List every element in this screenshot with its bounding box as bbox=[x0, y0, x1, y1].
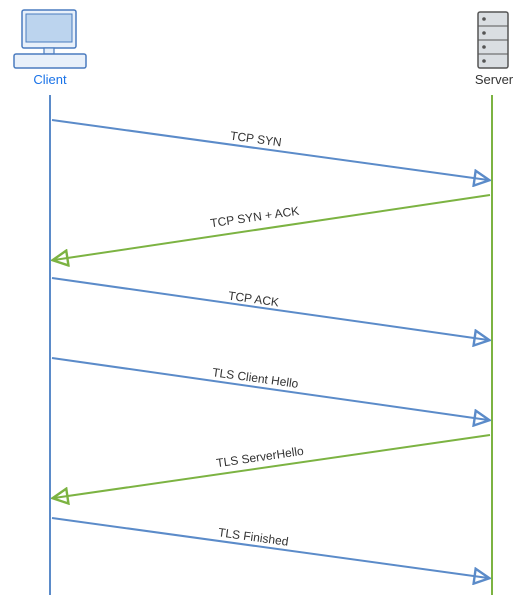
arrow-tcp-syn-ack bbox=[54, 195, 490, 260]
arrow-tls-finished bbox=[52, 518, 488, 578]
sequence-diagram: Client Server TCP SYN TCP SYN + ACK TCP … bbox=[0, 0, 531, 604]
server-icon bbox=[478, 12, 508, 68]
arrow-tls-client-hello bbox=[52, 358, 488, 420]
arrow-tcp-syn bbox=[52, 120, 488, 180]
arrow-tls-server-hello bbox=[54, 435, 490, 498]
client-icon bbox=[14, 10, 86, 68]
arrow-tcp-ack bbox=[52, 278, 488, 340]
client-label: Client bbox=[30, 72, 70, 87]
server-label: Server bbox=[472, 72, 516, 87]
